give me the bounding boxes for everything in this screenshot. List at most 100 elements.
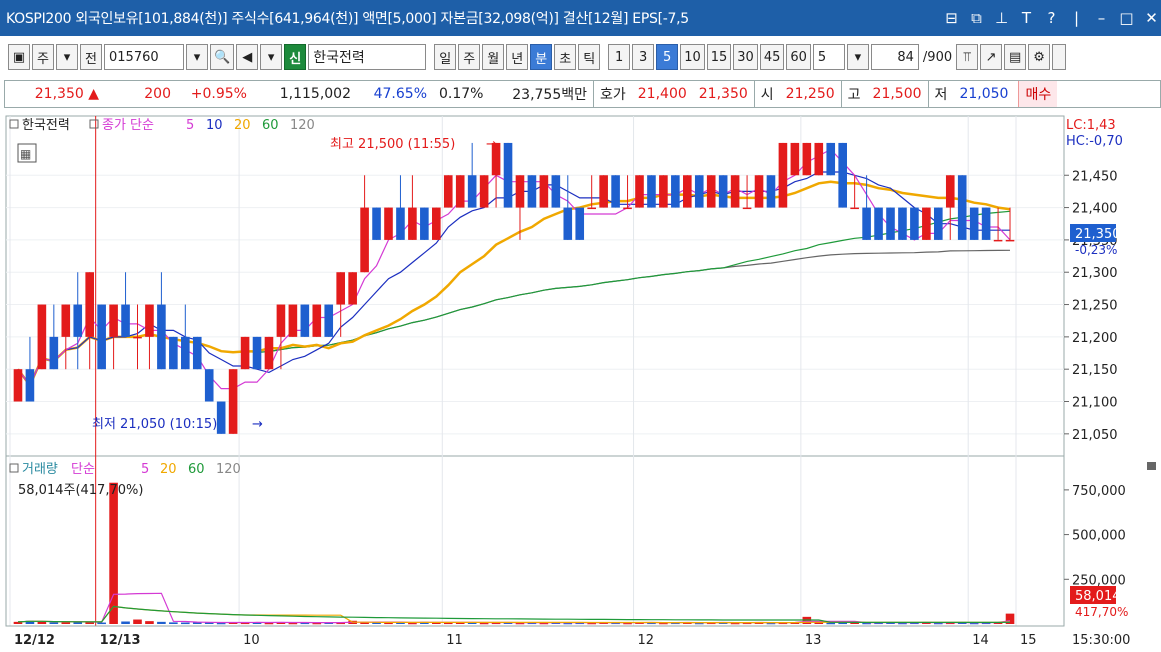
interval-45[interactable]: 45: [759, 44, 785, 70]
candle-body: [814, 142, 824, 176]
candle-body: [264, 336, 274, 370]
volume-bar: [133, 619, 142, 624]
layout-icon[interactable]: ▣: [8, 44, 30, 70]
close-icon[interactable]: ✕: [1142, 9, 1161, 27]
candle-body: [754, 175, 764, 208]
hc-label: HC:-0,70: [1066, 134, 1123, 149]
ratio-2: 0.17%: [439, 86, 484, 102]
legend-ma5: 5: [186, 118, 194, 133]
volume-bar: [157, 621, 166, 624]
period-tick[interactable]: 틱: [578, 44, 601, 70]
interval-select[interactable]: 5: [812, 44, 845, 70]
candle-body: [384, 207, 393, 240]
price-legend: 한국전력 종가 단순 5 10 20 60 120: [9, 118, 315, 133]
volume-ma60-line: [17, 605, 1011, 623]
stock-name-field[interactable]: 한국전력: [308, 44, 427, 70]
chart-toolbar: ▣ 주 ▾ 전 015760 ▾ 🔍 ◀ ▾ 신 한국전력 일 주 월 년 분 …: [0, 42, 1161, 72]
interval-60[interactable]: 60: [786, 44, 811, 70]
trend-tool-icon[interactable]: ↗: [980, 44, 1003, 70]
period-minute[interactable]: 분: [530, 44, 553, 70]
help-icon[interactable]: ?: [1042, 9, 1061, 27]
period-month[interactable]: 월: [482, 44, 505, 70]
legend-vol-ma120: 120: [216, 462, 241, 477]
font-icon[interactable]: T: [1017, 9, 1036, 27]
legend-volume-name: 거래량: [22, 462, 58, 477]
minimize-icon[interactable]: –: [1092, 9, 1111, 27]
candle-body: [37, 304, 47, 370]
pin-icon[interactable]: ⊥: [992, 9, 1011, 27]
candle-body: [73, 304, 83, 337]
candle-body: [121, 304, 130, 337]
interval-30[interactable]: 30: [733, 44, 758, 70]
ma120-line: [17, 249, 1011, 387]
lc-label: LC:1,43: [1066, 118, 1116, 133]
interval-3[interactable]: 3: [632, 44, 655, 70]
candle-body: [862, 207, 871, 240]
candle-body: [790, 142, 800, 176]
current-volume-tag-text: 58,014: [1075, 589, 1121, 604]
candle-body: [181, 336, 190, 370]
time-label: 15:30:00: [1072, 633, 1130, 648]
candle-body: [898, 207, 907, 240]
speaker-dropdown-icon[interactable]: ▾: [260, 44, 283, 70]
legend-ma60: 60: [262, 118, 279, 133]
candle-body: [694, 175, 704, 208]
code-dropdown-icon[interactable]: ▾: [186, 44, 208, 70]
gear-icon[interactable]: ⚙: [1028, 44, 1051, 70]
candle-body: [360, 207, 369, 273]
candle-body: [169, 336, 178, 370]
candle-body: [683, 175, 692, 208]
candle-body: [324, 304, 334, 337]
x-tick-label: 11: [446, 633, 463, 648]
count-input[interactable]: 84: [870, 44, 919, 70]
current-price: 21,350 ▲: [34, 86, 99, 102]
current-volume-pct-text: 417,70%: [1075, 605, 1128, 619]
period-week[interactable]: 주: [458, 44, 481, 70]
search-icon[interactable]: 🔍: [210, 44, 235, 70]
candle-body: [420, 207, 429, 240]
high-annotation: 최고 21,500 (11:55): [330, 137, 455, 152]
current-price-tag-text: 21,350: [1075, 227, 1121, 242]
mode-select-2[interactable]: 전: [80, 44, 102, 70]
candle-body: [850, 207, 859, 210]
period-day[interactable]: 일: [434, 44, 457, 70]
buy-button[interactable]: 매수: [1018, 81, 1058, 107]
period-second[interactable]: 초: [554, 44, 577, 70]
candle-body: [826, 142, 836, 176]
chart-area[interactable]: 21,450 21,400 21,350 21,300 21,250 21,200 21,1…: [0, 112, 1161, 652]
legend-ma120: 120: [290, 118, 315, 133]
open-label: 시: [753, 81, 780, 107]
candlestick-chart[interactable]: 21,450 21,400 21,350 21,300 21,250 21,200 21,1…: [0, 112, 1161, 652]
maximize-icon[interactable]: □: [1117, 9, 1136, 27]
panel-menu-icon[interactable]: [1147, 462, 1156, 470]
candle-body: [216, 401, 226, 434]
period-year[interactable]: 년: [506, 44, 529, 70]
save-icon[interactable]: ▤: [1004, 44, 1027, 70]
ratio-1: 47.65%: [373, 86, 427, 102]
x-tick-label: 10: [243, 633, 260, 648]
candle-body: [503, 142, 513, 208]
window-copy-icon[interactable]: ⧉: [967, 9, 986, 27]
table-view-glyph: ▦: [20, 147, 31, 161]
candle-body: [981, 207, 991, 240]
window-tile-icon[interactable]: ⊟: [942, 9, 961, 27]
candle-body: [192, 336, 202, 370]
interval-15[interactable]: 15: [706, 44, 732, 70]
candle-body: [527, 175, 537, 208]
interval-dropdown-icon[interactable]: ▾: [846, 44, 869, 70]
checkbox-icon[interactable]: [1052, 44, 1067, 70]
add-indicator-icon[interactable]: ⫪: [956, 44, 979, 70]
candle-body: [706, 175, 716, 208]
stock-code-input[interactable]: 015760: [104, 44, 184, 70]
dropdown-arrow-icon[interactable]: ▾: [56, 44, 78, 70]
mode-select-1[interactable]: 주: [32, 44, 54, 70]
speaker-icon[interactable]: ◀: [236, 44, 259, 70]
legend-vol-ma60: 60: [188, 462, 205, 477]
interval-1[interactable]: 1: [608, 44, 631, 70]
candle-body: [659, 175, 668, 208]
ask-label: 호가: [593, 81, 632, 107]
interval-5[interactable]: 5: [656, 44, 679, 70]
candle-body: [312, 304, 322, 337]
interval-10[interactable]: 10: [680, 44, 705, 70]
candle-body: [109, 304, 118, 337]
